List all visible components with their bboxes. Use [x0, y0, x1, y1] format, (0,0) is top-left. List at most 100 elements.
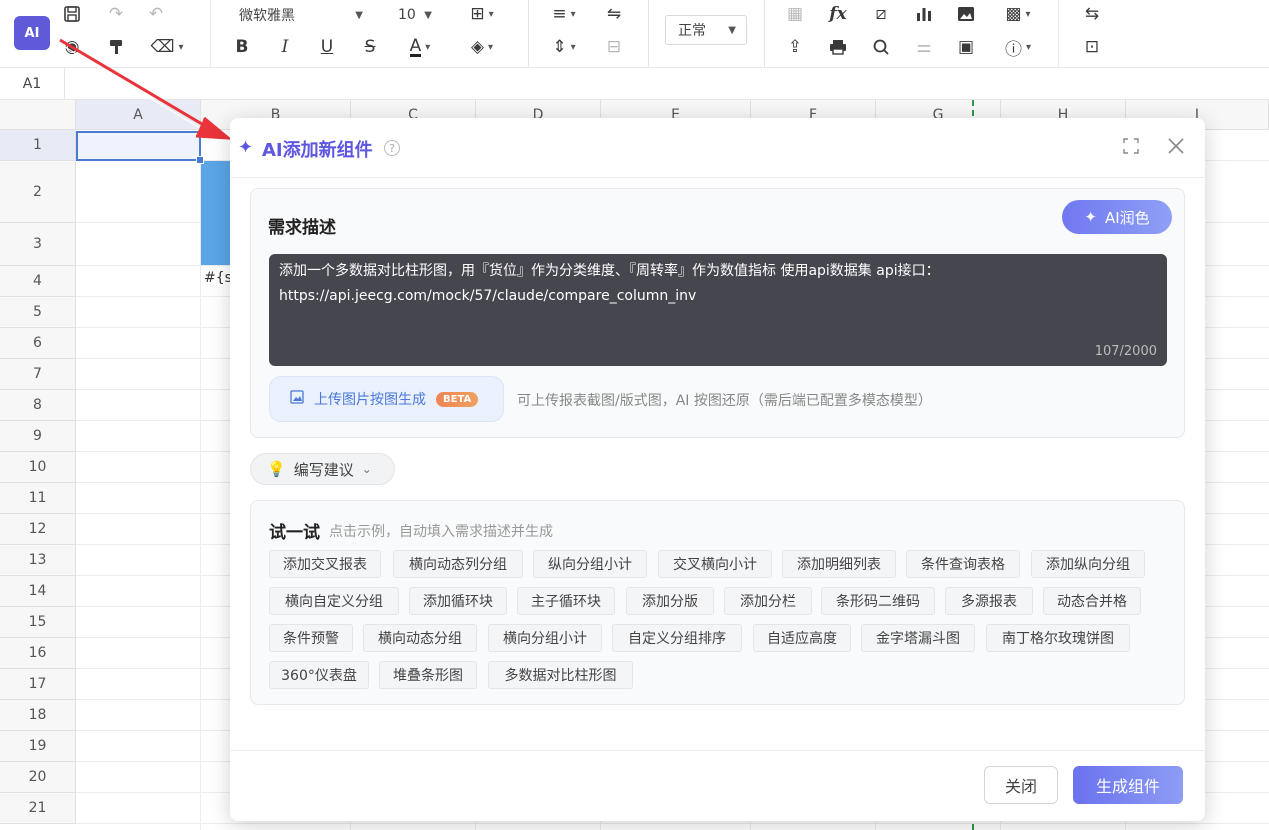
- wrap-text-icon[interactable]: ⇋: [601, 2, 627, 26]
- chart-icon[interactable]: [911, 2, 937, 26]
- save-icon[interactable]: [59, 2, 85, 26]
- row-header[interactable]: 12: [0, 514, 76, 545]
- row-header[interactable]: 7: [0, 359, 76, 390]
- row-header[interactable]: 11: [0, 483, 76, 514]
- example-tag[interactable]: 添加循环块: [409, 587, 507, 615]
- row-header[interactable]: 6: [0, 328, 76, 359]
- preview-icon[interactable]: ◉: [59, 35, 85, 59]
- ai-assistant-button[interactable]: AI: [14, 16, 50, 50]
- image-icon[interactable]: [953, 2, 979, 26]
- row-header[interactable]: 18: [0, 700, 76, 731]
- example-tag[interactable]: 多数据对比柱形图: [488, 661, 633, 689]
- example-tag[interactable]: 纵向分组小计: [533, 550, 647, 578]
- selected-cell[interactable]: [76, 131, 201, 161]
- strikethrough-button[interactable]: S: [357, 35, 383, 59]
- ai-polish-button[interactable]: ✦ AI润色: [1062, 200, 1172, 234]
- row-header[interactable]: 1: [0, 130, 76, 161]
- example-tag[interactable]: 添加交叉报表: [269, 550, 381, 578]
- undo-icon[interactable]: ↶: [143, 2, 169, 26]
- example-tag[interactable]: 堆叠条形图: [379, 661, 477, 689]
- qrcode-icon[interactable]: ▩ ▾: [998, 2, 1038, 26]
- search-icon[interactable]: [868, 35, 894, 59]
- try-hint: 点击示例，自动填入需求描述并生成: [329, 524, 553, 540]
- example-tag[interactable]: 自适应高度: [753, 624, 851, 652]
- row-header[interactable]: 3: [0, 223, 76, 266]
- upload-image-button[interactable]: 上传图片按图生成 BETA: [269, 376, 504, 422]
- close-icon[interactable]: [1167, 137, 1185, 160]
- generate-component-button[interactable]: 生成组件: [1073, 766, 1183, 804]
- example-tag[interactable]: 条件查询表格: [906, 550, 1020, 578]
- grid-corner[interactable]: [0, 100, 76, 130]
- example-tag[interactable]: 动态合并格: [1043, 587, 1141, 615]
- row-header[interactable]: 10: [0, 452, 76, 483]
- settings-sliders-icon[interactable]: ⚌: [911, 35, 937, 59]
- example-tag[interactable]: 自定义分组排序: [612, 624, 742, 652]
- fill-color-icon[interactable]: ◈ ▾: [462, 35, 502, 59]
- font-family-select[interactable]: 微软雅黑 ▼: [227, 2, 373, 28]
- example-tag[interactable]: 横向动态列分组: [393, 550, 523, 578]
- example-tag[interactable]: 金字塔漏斗图: [861, 624, 975, 652]
- freeze-icon[interactable]: ▣: [953, 35, 979, 59]
- table-icon[interactable]: ▦: [782, 2, 808, 26]
- example-tag[interactable]: 条形码二维码: [821, 587, 935, 615]
- print-icon[interactable]: [825, 35, 851, 59]
- column-header-a[interactable]: A: [76, 100, 201, 130]
- expand-box-icon[interactable]: ⊡: [1079, 35, 1105, 59]
- redo-icon[interactable]: ↷: [103, 2, 129, 26]
- underline-button[interactable]: U: [314, 35, 340, 59]
- example-tag[interactable]: 南丁格尔玫瑰饼图: [986, 624, 1130, 652]
- row-header[interactable]: 16: [0, 638, 76, 669]
- row-header[interactable]: 5: [0, 297, 76, 328]
- example-tag[interactable]: 横向动态分组: [363, 624, 477, 652]
- eraser-icon[interactable]: ⌫ ▾: [147, 35, 187, 59]
- align-icon[interactable]: ≡ ▾: [544, 2, 584, 26]
- function-button[interactable]: fx: [825, 2, 851, 26]
- row-header[interactable]: 9: [0, 421, 76, 452]
- font-color-icon: A: [409, 35, 422, 57]
- row-header[interactable]: 20: [0, 762, 76, 793]
- example-tag[interactable]: 添加分版: [626, 587, 714, 615]
- row-header[interactable]: 13: [0, 545, 76, 576]
- font-size-select[interactable]: 10 ▼: [386, 2, 442, 28]
- try-title: 试一试: [269, 523, 320, 543]
- cell-reference[interactable]: A1: [0, 68, 65, 100]
- example-tag[interactable]: 添加分栏: [724, 587, 812, 615]
- example-tag[interactable]: 主子循环块: [517, 587, 615, 615]
- vertical-align-icon[interactable]: ⇕ ▾: [544, 35, 584, 59]
- row-header[interactable]: 8: [0, 390, 76, 421]
- example-tag[interactable]: 横向分组小计: [488, 624, 602, 652]
- formula-bar: A1: [0, 68, 1269, 100]
- example-tag[interactable]: 360°仪表盘: [269, 661, 369, 689]
- diagonal-icon[interactable]: ⧄: [868, 2, 894, 26]
- help-menu-icon[interactable]: ⓘ ▾: [998, 35, 1038, 60]
- border-icon[interactable]: ⊞ ▾: [462, 2, 502, 26]
- bold-button[interactable]: B: [229, 35, 255, 59]
- fullscreen-icon[interactable]: [1123, 138, 1139, 159]
- row-header[interactable]: 2: [0, 161, 76, 223]
- writing-suggestion-button[interactable]: 💡 编写建议 ⌄: [250, 453, 395, 485]
- example-tag[interactable]: 添加明细列表: [782, 550, 896, 578]
- style-select[interactable]: 正常 ▼: [665, 15, 747, 45]
- row-header[interactable]: 19: [0, 731, 76, 762]
- requirement-textarea[interactable]: 添加一个多数据对比柱形图，用『货位』作为分类维度、『周转率』作为数值指标 使用a…: [269, 254, 1167, 366]
- row-header[interactable]: 15: [0, 607, 76, 638]
- upload-icon[interactable]: ⇪: [782, 35, 808, 59]
- fill-handle[interactable]: [196, 156, 204, 164]
- close-button[interactable]: 关闭: [984, 766, 1058, 804]
- chart-placeholder[interactable]: [201, 161, 231, 265]
- example-tag[interactable]: 添加纵向分组: [1031, 550, 1145, 578]
- merge-cells-icon[interactable]: ⊟: [601, 35, 627, 59]
- example-tag[interactable]: 多源报表: [945, 587, 1033, 615]
- example-tag[interactable]: 交叉横向小计: [658, 550, 772, 578]
- row-header[interactable]: 4: [0, 266, 76, 297]
- example-tag[interactable]: 横向自定义分组: [269, 587, 399, 615]
- italic-button[interactable]: I: [272, 35, 298, 59]
- font-color-button[interactable]: A ▾: [400, 35, 440, 59]
- split-icon[interactable]: ⇆: [1079, 2, 1105, 26]
- row-header[interactable]: 14: [0, 576, 76, 607]
- row-header[interactable]: 21: [0, 793, 76, 824]
- help-icon[interactable]: ?: [384, 140, 400, 156]
- row-header[interactable]: 17: [0, 669, 76, 700]
- format-painter-icon[interactable]: [103, 35, 129, 59]
- example-tag[interactable]: 条件预警: [269, 624, 353, 652]
